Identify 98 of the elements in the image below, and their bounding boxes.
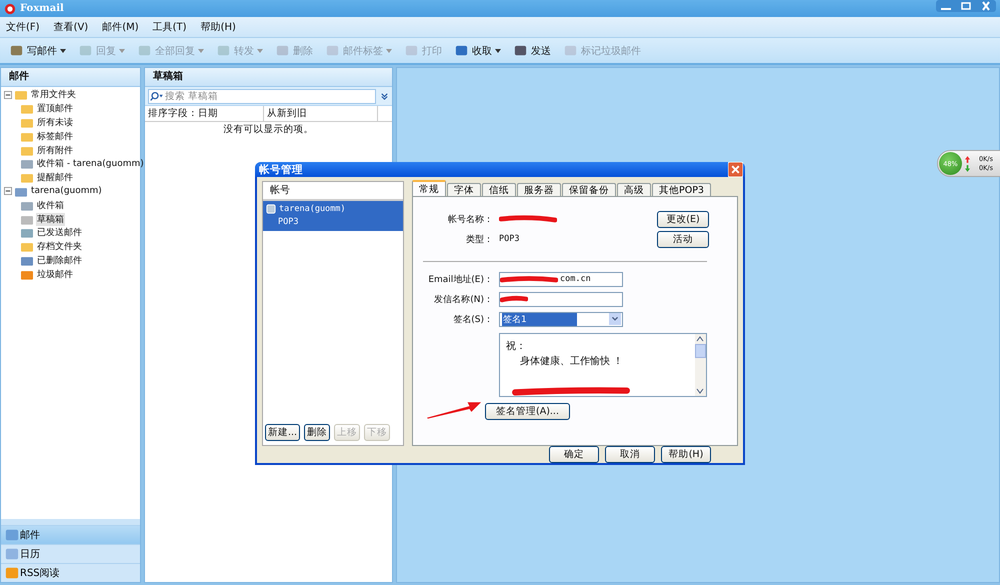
column-header[interactable]: 排序字段：日期	[145, 106, 264, 121]
collapse-icon[interactable]	[4, 90, 12, 99]
field-label: 帐号名称：	[447, 214, 493, 226]
tree-item[interactable]: 收件箱	[36, 198, 65, 212]
account-button[interactable]: 新建...	[265, 424, 300, 441]
app-logo-icon	[4, 2, 16, 14]
redaction-mark	[500, 295, 528, 303]
menu-item[interactable]: 工具(T)	[152, 20, 187, 34]
download-icon	[965, 164, 970, 172]
email-field[interactable]: com.cn	[499, 272, 623, 286]
menu-item[interactable]: 查看(V)	[54, 20, 88, 34]
toolbar-icon	[78, 43, 93, 58]
upload-icon	[965, 156, 970, 162]
toolbar-icon	[9, 43, 24, 58]
toolbar-icon	[454, 43, 469, 58]
dialog-button[interactable]: 确定	[549, 446, 599, 463]
field-label: Email地址(E)：	[427, 274, 493, 286]
tree-item[interactable]: 收件箱 - tarena(guomm)	[36, 157, 145, 170]
signature-line: 身体健康、工作愉快 ！	[519, 354, 624, 368]
toolbar-icon	[404, 43, 419, 58]
field-label: 发信名称(N)：	[433, 294, 493, 306]
caret-icon	[495, 48, 501, 52]
type-value: POP3	[499, 234, 520, 244]
toolbar-icon	[513, 43, 528, 58]
caret-icon	[386, 48, 392, 52]
tree-item[interactable]: 所有未读	[36, 116, 74, 129]
dialog-title: 帐号管理	[259, 162, 303, 176]
toolbar-icon	[275, 43, 290, 58]
close-icon[interactable]	[728, 162, 743, 177]
dialog-button[interactable]: 帮助(H)	[661, 446, 711, 463]
search-icon	[149, 90, 163, 102]
panel-header: 草稿箱	[145, 68, 392, 87]
window-title: Foxmail	[20, 3, 64, 14]
redaction-mark	[499, 215, 557, 223]
caret-icon	[257, 48, 263, 52]
signature-line: 祝：	[506, 340, 527, 353]
toolbar-icon	[137, 43, 152, 58]
tab[interactable]: 信纸	[482, 183, 516, 196]
caret-icon	[60, 48, 66, 52]
dropdown-icon	[609, 313, 621, 325]
caret-icon	[198, 48, 204, 52]
nav-button[interactable]: RSS阅读	[1, 563, 140, 582]
menu-item[interactable]: 文件(F)	[6, 20, 40, 34]
tree-item[interactable]: 已删除邮件	[36, 254, 83, 267]
toolbar-button[interactable]: 写邮件	[4, 41, 71, 60]
signature-manage-button[interactable]: 签名管理(A)...	[485, 403, 570, 420]
menu-item[interactable]: 邮件(M)	[102, 20, 139, 34]
tree-item[interactable]: 草稿箱	[36, 212, 65, 226]
empty-message: 没有可以显示的项。	[222, 123, 314, 136]
signature-text-area[interactable]: 祝： 身体健康、工作愉快 ！	[499, 333, 707, 397]
scrollbar[interactable]	[695, 334, 706, 396]
menu-item[interactable]: 帮助(H)	[200, 20, 236, 34]
scroll-down-icon[interactable]	[695, 386, 705, 396]
account-item[interactable]: tarena(guomm) POP3	[263, 201, 403, 231]
collapse-icon[interactable]	[4, 187, 12, 196]
panel-header: 邮件	[1, 68, 140, 87]
tab[interactable]: 保留备份	[562, 183, 616, 196]
tab[interactable]: 常规	[412, 180, 446, 196]
tab[interactable]: 服务器	[517, 183, 561, 196]
account-icon	[266, 204, 276, 214]
activate-button[interactable]: 活动	[657, 230, 709, 248]
tab[interactable]: 字体	[447, 183, 481, 196]
account-name: tarena(guomm)	[279, 204, 346, 214]
caret-icon	[119, 48, 125, 52]
tree-item[interactable]: 置顶邮件	[36, 102, 74, 116]
account-type: POP3	[277, 217, 300, 227]
redaction-mark	[500, 275, 558, 283]
tree-item[interactable]: 标签邮件	[36, 130, 74, 143]
nav-button[interactable]: 日历	[1, 544, 140, 563]
nav-icon	[5, 547, 19, 561]
toolbar-button[interactable]: 收取	[449, 41, 506, 60]
tab[interactable]: 其他POP3	[652, 183, 711, 196]
tree-item[interactable]: 存档文件夹	[36, 240, 83, 254]
search-box[interactable]: 搜索 草稿箱	[148, 88, 376, 104]
toolbar-button[interactable]: 发送	[508, 41, 556, 60]
tree-item[interactable]: 提醒邮件	[36, 171, 74, 184]
account-button[interactable]: 删除	[304, 424, 330, 441]
tab[interactable]: 高级	[617, 183, 651, 196]
tree-item[interactable]: 所有附件	[36, 144, 74, 157]
sender-field[interactable]	[499, 292, 623, 306]
toolbar-icon	[563, 43, 578, 58]
tree-item[interactable]: tarena(guomm)	[30, 186, 103, 196]
toolbar-icon	[216, 43, 231, 58]
tree-item[interactable]: 已发送邮件	[36, 226, 83, 240]
nav-button[interactable]: 邮件	[1, 525, 140, 544]
toolbar-icon	[325, 43, 340, 58]
tree-item[interactable]: 垃圾邮件	[36, 268, 74, 281]
dialog-button[interactable]: 取消	[605, 446, 655, 463]
scroll-up-icon[interactable]	[695, 334, 705, 344]
tree-item[interactable]: 常用文件夹	[30, 88, 77, 102]
signature-dropdown[interactable]: 签名1	[499, 312, 623, 326]
change-button[interactable]: 更改(E)	[657, 210, 709, 228]
expand-icon[interactable]	[380, 92, 389, 100]
field-label: 签名(S)：	[452, 314, 493, 326]
nav-icon	[5, 566, 19, 580]
nav-icon	[5, 528, 19, 542]
field-label: 类型：	[465, 234, 493, 246]
column-header[interactable]: 从新到旧	[264, 106, 378, 121]
